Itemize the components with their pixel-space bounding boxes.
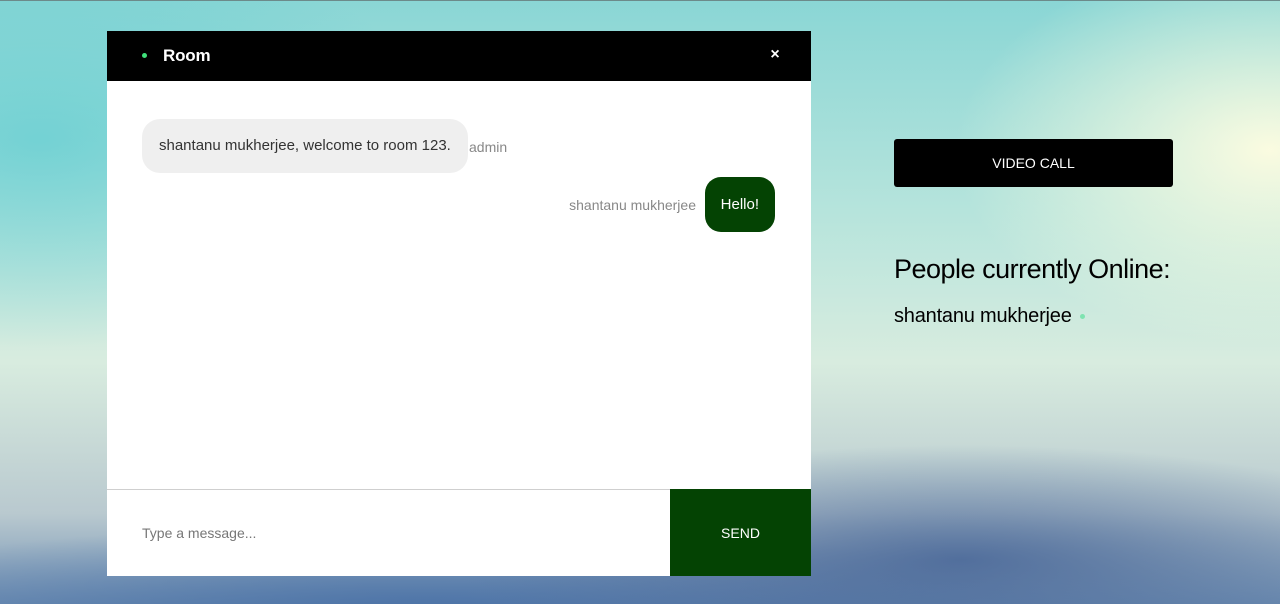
chat-window: Room × shantanu mukherjee, welcome to ro… [107,31,811,576]
top-border [0,0,1280,1]
message-list: shantanu mukherjee, welcome to room 123.… [107,81,811,489]
close-button[interactable]: × [767,45,783,65]
chat-header: Room × [107,31,811,81]
room-title: Room [163,46,211,65]
video-call-button[interactable]: VIDEO CALL [894,139,1173,187]
online-status-icon [142,53,147,58]
incoming-message-sender: admin [469,139,508,155]
outgoing-message-sender: shantanu mukherjee [569,197,696,213]
outgoing-message-bubble: Hello! [704,177,775,232]
message-input[interactable] [107,490,670,576]
incoming-message-bubble: shantanu mukherjee, welcome to room 123. [142,119,468,173]
online-user-name: shantanu mukherjee [894,305,1072,327]
online-user-item: shantanu mukherjee [894,305,1085,328]
send-button[interactable]: SEND [670,489,811,576]
message-composer: SEND [107,489,811,576]
online-status-icon [1079,314,1085,320]
online-users-heading: People currently Online: [894,254,1171,284]
